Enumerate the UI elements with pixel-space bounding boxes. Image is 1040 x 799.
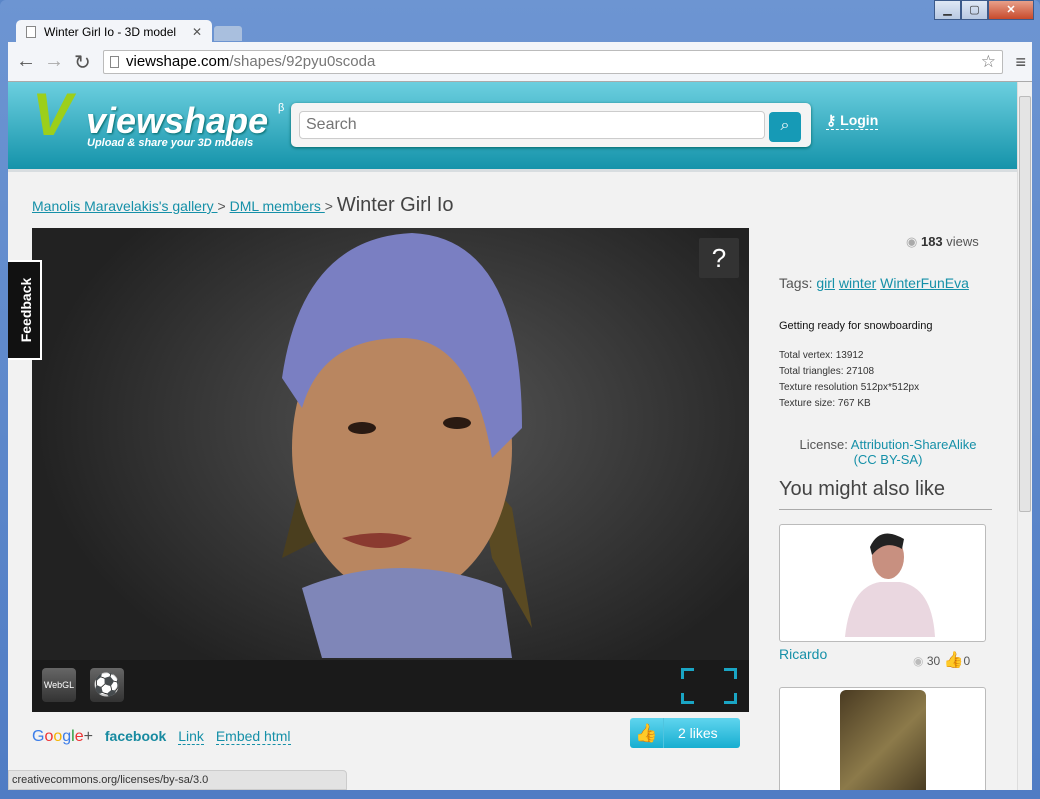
browser-tab[interactable]: Winter Girl Io - 3D model ✕	[16, 20, 212, 44]
status-bar: creativecommons.org/licenses/by-sa/3.0	[8, 770, 347, 790]
url-path: /shapes/92pyu0scoda	[229, 53, 376, 70]
page-icon	[110, 56, 119, 68]
related-title: You might also like	[779, 478, 992, 510]
vertical-scrollbar[interactable]	[1017, 82, 1032, 790]
search-box: ⌕	[291, 103, 811, 147]
stat-texture-size: Texture size: 767 KB	[779, 398, 871, 409]
new-tab-button[interactable]	[214, 26, 242, 41]
eye-icon: ◉	[906, 234, 921, 249]
tags: Tags: girl winter WinterFunEva	[779, 275, 969, 291]
license-link[interactable]: Attribution-ShareAlike	[851, 437, 977, 452]
tag-link[interactable]: winter	[839, 275, 876, 291]
related-stats: ◉ 30 👍0	[913, 650, 970, 670]
license-label: License:	[799, 437, 851, 452]
share-bar: Google+ facebook Link Embed html	[32, 728, 291, 746]
site-header: V viewshape β Upload & share your 3D mod…	[8, 82, 1017, 172]
views-number: 183	[920, 234, 943, 249]
menu-icon[interactable]: ≡	[1015, 52, 1026, 73]
view-count: ◉ 183 views	[906, 234, 979, 250]
breadcrumb: Manolis Maravelakis's gallery > DML memb…	[32, 194, 454, 217]
license: License: Attribution-ShareAlike (CC BY-SA…	[788, 437, 988, 467]
window-controls: ▁ ▢ ✕	[934, 0, 1034, 20]
browser-toolbar: ← → ↻ viewshape.com/shapes/92pyu0scoda ☆ …	[8, 42, 1032, 82]
views-label: views	[942, 234, 979, 249]
link-button[interactable]: Link	[178, 728, 204, 745]
page-title: Winter Girl Io	[336, 194, 454, 216]
logo-tagline: Upload & share your 3D models	[87, 137, 254, 149]
ricardo-model-image	[845, 533, 935, 637]
model-description: Getting ready for snowboarding	[779, 320, 933, 332]
viewer-controls: WebGL ⚽	[32, 660, 749, 712]
feedback-tab[interactable]: Feedback	[8, 260, 42, 360]
webgl-button[interactable]: WebGL	[42, 668, 76, 702]
google-plus-link[interactable]: Google+	[32, 728, 93, 745]
breadcrumb-group[interactable]: DML members	[230, 198, 325, 214]
tags-label: Tags:	[779, 275, 817, 291]
facebook-link[interactable]: facebook	[105, 728, 166, 744]
stat-vertex: Total vertex: 13912	[779, 350, 864, 361]
tag-link[interactable]: WinterFunEva	[880, 275, 969, 291]
license-code[interactable]: (CC BY-SA)	[854, 452, 923, 467]
thumbs-up-icon: 👍	[630, 718, 664, 748]
close-tab-icon[interactable]: ✕	[192, 25, 202, 39]
eye-icon: ◉	[913, 654, 927, 668]
related-thumbnail[interactable]	[779, 687, 986, 790]
reload-icon[interactable]: ↻	[74, 50, 91, 75]
stat-triangles: Total triangles: 27108	[779, 366, 875, 377]
scrollbar-thumb[interactable]	[1019, 96, 1031, 512]
minimize-button[interactable]: ▁	[934, 0, 961, 20]
address-bar[interactable]: viewshape.com/shapes/92pyu0scoda ☆	[103, 50, 1003, 74]
help-button[interactable]: ?	[699, 238, 739, 278]
search-input[interactable]	[299, 111, 765, 139]
forward-icon[interactable]: →	[44, 50, 64, 73]
related-views: 30	[926, 654, 941, 668]
maximize-button[interactable]: ▢	[961, 0, 988, 20]
book-model-image	[840, 690, 926, 790]
like-button[interactable]: 👍 2 likes	[630, 718, 740, 748]
related-name-link[interactable]: Ricardo	[779, 646, 827, 662]
tab-title: Winter Girl Io - 3D model	[44, 25, 177, 39]
breadcrumb-sep: >	[217, 198, 230, 214]
model-stats: Total vertex: 13912 Total triangles: 271…	[779, 348, 919, 412]
url-host: viewshape.com	[126, 53, 230, 70]
breadcrumb-sep: >	[324, 198, 337, 214]
embed-html-button[interactable]: Embed html	[215, 728, 291, 745]
breadcrumb-gallery[interactable]: Manolis Maravelakis's gallery	[32, 198, 218, 214]
search-button[interactable]: ⌕	[769, 112, 801, 142]
thumbs-up-icon: 👍	[943, 652, 964, 669]
feedback-label: Feedback	[18, 277, 34, 343]
login-link[interactable]: ⚷ Login	[826, 112, 879, 130]
close-window-button[interactable]: ✕	[988, 0, 1034, 20]
logo-beta: β	[278, 102, 285, 114]
related-thumbnail[interactable]	[779, 524, 986, 642]
login-label: Login	[840, 112, 879, 128]
tag-link[interactable]: girl	[816, 275, 835, 291]
rotate-ball-icon[interactable]: ⚽	[90, 668, 124, 702]
stat-texture-resolution: Texture resolution 512px*512px	[779, 382, 920, 393]
webgl-label: WebGL	[43, 680, 75, 690]
fullscreen-icon[interactable]	[680, 667, 738, 705]
page-icon	[26, 26, 36, 38]
search-icon: ⌕	[780, 117, 790, 134]
3d-viewer[interactable]: ? WebGL ⚽	[32, 228, 749, 712]
likes-count: 2 likes	[678, 725, 718, 741]
related-likes: 0	[963, 654, 971, 668]
key-icon: ⚷	[826, 112, 841, 128]
back-icon[interactable]: ←	[16, 50, 36, 73]
web-page: V viewshape β Upload & share your 3D mod…	[8, 82, 1017, 790]
model-render	[282, 233, 532, 658]
bookmark-star-icon[interactable]: ☆	[981, 52, 996, 72]
logo-name: viewshape	[86, 100, 269, 141]
